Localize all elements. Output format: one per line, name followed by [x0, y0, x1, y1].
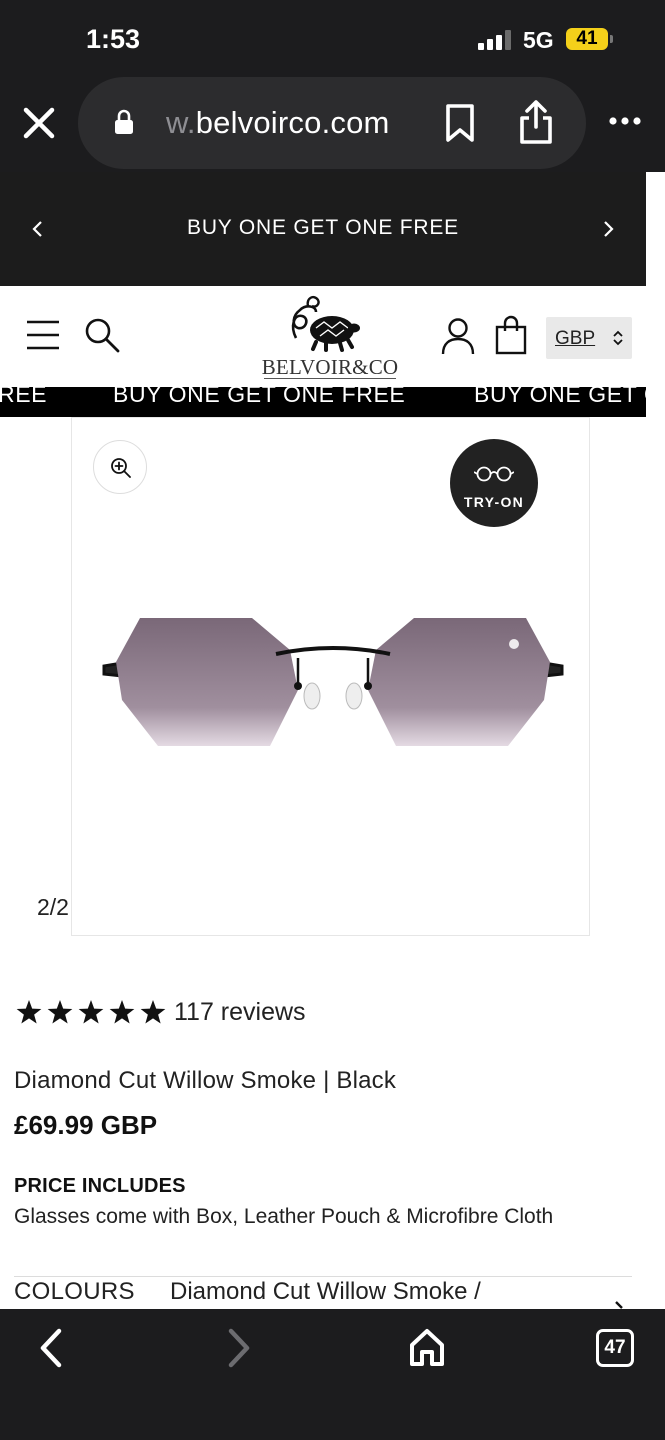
product-title: Diamond Cut Willow Smoke | Black	[14, 1067, 397, 1094]
menu-icon[interactable]	[26, 319, 60, 351]
logo-text: BELVOIR&CO	[261, 355, 399, 379]
network-type: 5G	[523, 27, 554, 53]
chevron-right-icon[interactable]	[598, 217, 618, 241]
bookmark-icon[interactable]	[444, 103, 476, 143]
url-text: w.belvoirco.com	[166, 105, 390, 141]
promo-banner: BUY ONE GET ONE FREE	[0, 172, 646, 286]
promo-text: BUY ONE GET ONE FREE	[187, 216, 459, 239]
turtle-logo-icon	[291, 295, 360, 352]
marquee-item: BUY ONE GET O	[474, 387, 646, 407]
zoom-button[interactable]	[93, 440, 147, 494]
page-edge	[646, 172, 665, 1309]
status-time: 1:53	[86, 24, 141, 54]
more-options-icon[interactable]	[608, 113, 642, 129]
product-image-card[interactable]: TRY-ON	[71, 417, 590, 936]
close-icon[interactable]	[20, 104, 58, 142]
reviews-link[interactable]: 117 reviews	[174, 998, 306, 1027]
store-header: BELVOIR&CO GBP	[0, 286, 646, 387]
star-icon	[78, 1000, 104, 1024]
star-icon	[109, 1000, 135, 1024]
account-icon[interactable]	[440, 317, 476, 355]
product-price: £69.99 GBP	[14, 1110, 158, 1140]
star-rating-icon	[16, 1000, 166, 1024]
url-prefix: w.	[166, 105, 196, 140]
star-icon	[47, 1000, 73, 1024]
marquee-item: REE	[0, 387, 48, 407]
zoom-in-icon	[111, 458, 131, 478]
chevron-up-down-icon	[613, 330, 623, 346]
search-icon[interactable]	[84, 317, 120, 353]
try-on-button[interactable]: TRY-ON	[450, 439, 538, 527]
price-includes-heading: PRICE INCLUDES	[14, 1175, 186, 1197]
browser-chrome: 1:53 5G 41 w.belvoirco.com	[0, 0, 665, 172]
currency-label: GBP	[555, 328, 596, 349]
image-counter: 2/2	[37, 894, 69, 920]
home-icon[interactable]	[408, 1327, 446, 1367]
logo-underline	[264, 378, 396, 379]
back-icon[interactable]	[36, 1327, 66, 1369]
lock-icon	[115, 109, 133, 134]
currency-selector[interactable]: GBP	[546, 317, 632, 359]
price-includes-text: Glasses come with Box, Leather Pouch & M…	[14, 1205, 554, 1228]
url-domain: belvoirco.com	[195, 105, 390, 140]
glasses-icon	[474, 466, 514, 482]
colours-selector[interactable]: Diamond Cut Willow Smoke /	[170, 1278, 481, 1306]
product-photo-sunglasses	[102, 618, 564, 746]
store-logo[interactable]: BELVOIR&CO	[258, 292, 402, 380]
divider	[14, 1276, 632, 1277]
colours-label: COLOURS	[14, 1278, 135, 1305]
forward-icon[interactable]	[224, 1327, 254, 1369]
star-icon	[140, 1000, 166, 1024]
cart-icon[interactable]	[494, 315, 528, 355]
star-icon	[16, 1000, 42, 1024]
announcement-marquee: REE BUY ONE GET ONE FREE BUY ONE GET O	[0, 387, 646, 417]
battery-icon: 41	[566, 28, 613, 50]
browser-toolbar: 47	[0, 1309, 665, 1440]
try-on-label: TRY-ON	[463, 494, 525, 510]
share-icon[interactable]	[518, 99, 554, 145]
address-bar[interactable]: w.belvoirco.com	[78, 77, 586, 169]
signal-icon	[478, 30, 512, 50]
marquee-item: BUY ONE GET ONE FREE	[113, 387, 406, 407]
tabs-button[interactable]: 47	[596, 1329, 634, 1367]
